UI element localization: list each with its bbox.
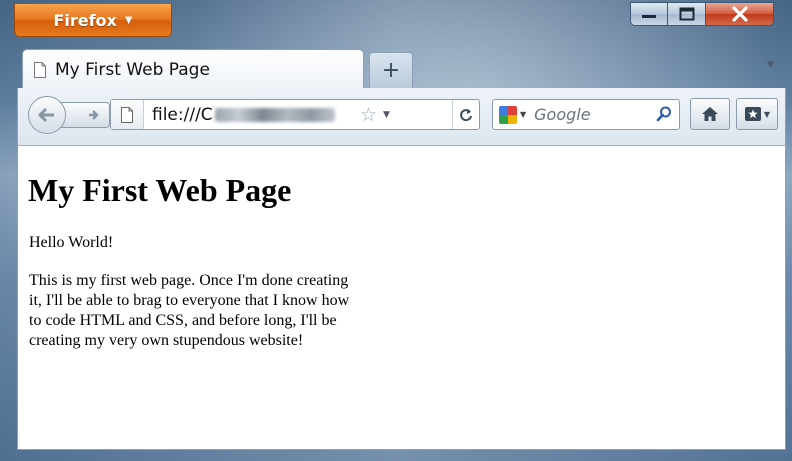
star-icon[interactable]: ☆ <box>360 104 377 126</box>
home-button[interactable] <box>690 98 730 130</box>
firefox-menu-label: Firefox <box>53 10 117 30</box>
site-identity-button[interactable] <box>111 100 144 129</box>
browser-window: Firefox ▼ My First Web Page + ▼ file:///… <box>0 0 792 461</box>
page-heading: My First Web Page <box>28 172 292 208</box>
page-icon <box>121 106 133 123</box>
back-button[interactable] <box>28 96 66 134</box>
maximize-button[interactable] <box>668 2 706 26</box>
tab-active[interactable]: My First Web Page <box>22 49 364 89</box>
search-icon[interactable] <box>655 105 673 123</box>
reload-button[interactable] <box>452 100 479 129</box>
minimize-icon <box>642 15 656 18</box>
plus-icon: + <box>381 58 401 83</box>
page-icon <box>34 61 46 78</box>
search-bar[interactable]: ▼ Google <box>492 99 680 130</box>
chevron-down-icon: ▼ <box>124 14 133 26</box>
window-controls <box>630 2 774 30</box>
url-text: file:///C <box>144 105 352 125</box>
search-engine-button[interactable]: ▼ <box>493 100 526 129</box>
back-forward-group <box>28 96 114 134</box>
list-all-tabs-button[interactable]: ▼ <box>767 60 774 70</box>
paragraph-intro: This is my first web page. Once I'm done… <box>29 272 350 349</box>
tab-title: My First Web Page <box>55 59 210 80</box>
chevron-down-icon: ▼ <box>763 109 771 119</box>
url-bar[interactable]: file:///C ☆ ▼ <box>110 99 480 130</box>
url-prefix: file:///C <box>152 104 213 125</box>
forward-arrow-icon <box>89 110 99 120</box>
paragraph-hello: Hello World! <box>29 234 114 251</box>
search-placeholder: Google <box>534 105 591 124</box>
google-icon <box>499 105 517 124</box>
firefox-menu-button[interactable]: Firefox ▼ <box>14 4 172 37</box>
page-content: My First Web Page Hello World! This is m… <box>17 146 786 450</box>
bookmarks-icon <box>744 107 761 121</box>
bookmarks-button[interactable]: ▼ <box>736 98 778 130</box>
reload-icon <box>460 108 472 121</box>
url-redacted <box>214 107 335 122</box>
navigation-toolbar: file:///C ☆ ▼ ▼ Google ▼ <box>17 88 786 146</box>
chevron-down-icon: ▼ <box>520 110 527 119</box>
minimize-button[interactable] <box>630 2 668 26</box>
maximize-icon <box>679 7 694 21</box>
home-icon <box>702 107 718 121</box>
new-tab-button[interactable]: + <box>369 52 413 88</box>
close-icon <box>731 6 748 22</box>
close-button[interactable] <box>706 2 774 26</box>
chevron-down-icon[interactable]: ▼ <box>383 110 390 120</box>
back-arrow-icon <box>37 107 54 123</box>
